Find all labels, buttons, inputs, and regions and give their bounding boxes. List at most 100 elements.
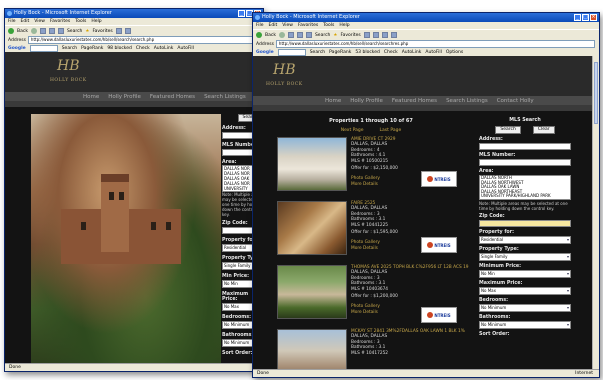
minimize-button[interactable]: _ [574, 14, 581, 21]
google-search-input[interactable] [29, 44, 58, 52]
browser-window-front: Holly Bock - Microsoft Internet Explorer… [252, 12, 600, 378]
edit-icon[interactable] [390, 32, 397, 38]
address-input[interactable]: http://www.dallasluxuriestates.com/hb/se… [275, 40, 595, 48]
favorites-toolbar-button[interactable]: Favorites [340, 33, 360, 38]
google-popups-blocked[interactable]: 98 blocked [107, 46, 132, 51]
area-listbox[interactable]: DALLAS NORTH DALLAS NORTHWEST DALLAS OAK… [479, 175, 571, 200]
area-label: Area: [479, 169, 494, 174]
zip-code-field[interactable] [479, 219, 571, 227]
nav-holly-profile[interactable]: Holly Profile [108, 94, 141, 100]
back-button-label[interactable]: Back [265, 33, 276, 38]
google-search-button[interactable]: Search [62, 46, 77, 51]
zip-code-label: Zip Code: [479, 213, 505, 219]
google-search-button[interactable]: Search [310, 50, 325, 55]
holly-bock-logo[interactable]: HB HOLLY BOCK [49, 58, 86, 86]
refresh-icon[interactable] [296, 32, 303, 38]
favorites-toolbar-button[interactable]: Favorites [92, 29, 112, 34]
listing-photo[interactable] [277, 329, 347, 370]
logo-monogram: HB [57, 58, 80, 74]
stop-icon[interactable] [287, 32, 294, 38]
google-popups-blocked[interactable]: 53 blocked [355, 50, 380, 55]
nav-home[interactable]: Home [83, 94, 99, 100]
menu-file[interactable]: File [8, 18, 16, 25]
listing-photo[interactable] [277, 265, 347, 319]
search-toolbar-button[interactable]: Search [315, 33, 330, 38]
forward-arrow-icon[interactable] [30, 28, 37, 34]
last-page-link[interactable]: Last Page [380, 128, 402, 133]
search-toolbar-button[interactable]: Search [67, 29, 82, 34]
menu-view[interactable]: View [282, 22, 293, 29]
menu-favorites[interactable]: Favorites [50, 18, 70, 25]
google-label: Google [8, 45, 26, 51]
google-check[interactable]: Check [384, 50, 398, 55]
bedrooms-select[interactable]: No Minimum [479, 303, 571, 312]
bathrooms-select[interactable]: No Minimum [479, 320, 571, 329]
mail-icon[interactable] [372, 32, 379, 38]
favorites-star-icon[interactable]: ★ [333, 33, 337, 38]
window-titlebar[interactable]: Holly Bock - Microsoft Internet Explorer… [5, 9, 263, 18]
property-for-select[interactable]: Residential [479, 235, 571, 244]
area-option[interactable]: UNIVERSITY PARK/HIGHLAND PARK [481, 194, 570, 199]
mail-icon[interactable] [124, 28, 131, 34]
menu-file[interactable]: File [256, 22, 264, 29]
back-button-label[interactable]: Back [17, 29, 28, 34]
stop-icon[interactable] [39, 28, 46, 34]
nav-holly-profile[interactable]: Holly Profile [350, 98, 383, 104]
menu-view[interactable]: View [34, 18, 45, 25]
scrollbar-thumb[interactable] [594, 62, 598, 124]
nav-search-listings[interactable]: Search Listings [204, 94, 246, 100]
address-input[interactable]: http://www.dallasluxuriestates.com/hb/se… [27, 36, 259, 44]
next-page-link[interactable]: Next Page [341, 128, 364, 133]
print-icon[interactable] [381, 32, 388, 38]
property-type-select[interactable]: Single Family [479, 252, 571, 261]
google-pagerank[interactable]: PageRank [329, 50, 351, 55]
favorites-star-icon[interactable]: ★ [85, 29, 89, 34]
google-check[interactable]: Check [136, 46, 150, 51]
listings-panel: Properties 1 through 10 of 67 Next Page … [271, 118, 471, 370]
back-arrow-icon[interactable] [8, 28, 14, 34]
nav-search-listings[interactable]: Search Listings [446, 98, 488, 104]
nav-home[interactable]: Home [325, 98, 341, 104]
menu-edit[interactable]: Edit [21, 18, 30, 25]
google-autolink[interactable]: AutoLink [402, 50, 422, 55]
holly-bock-logo[interactable]: HB HOLLY BOCK [265, 62, 302, 90]
google-pagerank[interactable]: PageRank [81, 46, 103, 51]
standard-toolbar: Back Search ★ Favorites [253, 29, 599, 40]
home-icon[interactable] [57, 28, 64, 34]
forward-arrow-icon[interactable] [278, 32, 285, 38]
menu-favorites[interactable]: Favorites [298, 22, 318, 29]
menu-help[interactable]: Help [339, 22, 349, 29]
back-arrow-icon[interactable] [256, 32, 262, 38]
nav-featured-homes[interactable]: Featured Homes [150, 94, 195, 100]
minimize-button[interactable]: _ [238, 10, 245, 17]
menu-tools[interactable]: Tools [75, 18, 86, 25]
min-price-select[interactable]: No Min [479, 269, 571, 278]
ie-icon [255, 15, 260, 20]
google-search-input[interactable] [277, 48, 306, 56]
menu-tools[interactable]: Tools [323, 22, 334, 29]
max-price-select[interactable]: No Max [479, 286, 571, 295]
window-titlebar[interactable]: Holly Bock - Microsoft Internet Explorer… [253, 13, 599, 22]
google-autofill[interactable]: AutoFill [425, 50, 441, 55]
menu-help[interactable]: Help [91, 18, 101, 25]
close-button[interactable]: × [590, 14, 597, 21]
media-icon[interactable] [363, 32, 370, 38]
nav-contact-holly[interactable]: Contact Holly [497, 98, 534, 104]
listing-photo[interactable] [277, 137, 347, 191]
google-options[interactable]: Options [446, 50, 463, 55]
mls-number-field[interactable] [479, 159, 571, 166]
address-field[interactable] [479, 143, 571, 150]
nav-featured-homes[interactable]: Featured Homes [392, 98, 437, 104]
search-button[interactable]: Search [495, 126, 521, 134]
media-icon[interactable] [115, 28, 122, 34]
google-autofill[interactable]: AutoFill [177, 46, 193, 51]
site-header: HB HOLLY BOCK [5, 52, 263, 92]
menu-edit[interactable]: Edit [269, 22, 278, 29]
maximize-button[interactable]: □ [582, 14, 589, 21]
vertical-scrollbar[interactable] [592, 56, 599, 370]
home-icon[interactable] [305, 32, 312, 38]
refresh-icon[interactable] [48, 28, 55, 34]
listing-photo[interactable] [277, 201, 347, 255]
clear-button[interactable]: Clear [532, 126, 555, 134]
google-autolink[interactable]: AutoLink [154, 46, 174, 51]
